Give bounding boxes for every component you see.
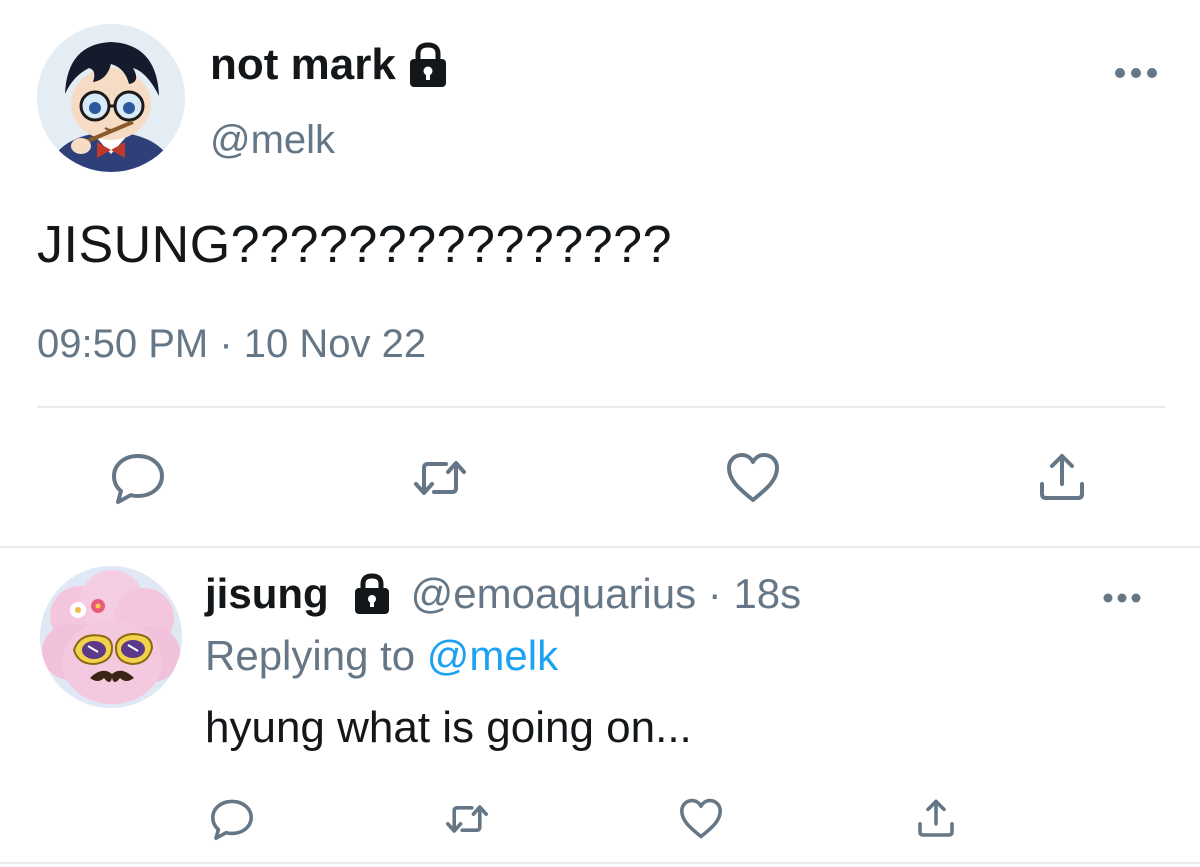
mention-link[interactable]: @melk <box>427 632 558 679</box>
like-icon[interactable] <box>677 795 725 843</box>
retweet-icon[interactable] <box>410 448 470 508</box>
tweet-timestamp[interactable]: 09:50 PM · 10 Nov 22 <box>37 322 426 367</box>
replying-to-label: Replying to <box>205 632 427 679</box>
like-icon[interactable] <box>723 448 783 508</box>
lock-icon <box>408 42 448 88</box>
anime-boy-avatar-icon <box>37 24 185 172</box>
more-options-icon[interactable] <box>1112 58 1160 88</box>
replying-to: Replying to @melk <box>205 632 558 680</box>
avatar[interactable] <box>40 566 182 708</box>
retweet-icon[interactable] <box>443 795 491 843</box>
avatar[interactable] <box>37 24 185 172</box>
lock-icon <box>353 573 391 615</box>
pink-sheep-avatar-icon <box>40 566 182 708</box>
display-name[interactable]: jisung <box>205 570 329 618</box>
tweet-text: JISUNG??????????????? <box>37 216 672 274</box>
reply-icon[interactable] <box>208 795 256 843</box>
user-handle[interactable]: @melk <box>210 118 335 163</box>
divider <box>0 862 1200 864</box>
share-icon[interactable] <box>1032 448 1092 508</box>
section-divider <box>0 546 1200 548</box>
handle-and-time[interactable]: @emoaquarius · 18s <box>411 570 802 618</box>
reply-header: jisung @emoaquarius · 18s <box>205 570 801 618</box>
display-name[interactable]: not mark <box>210 40 448 90</box>
more-options-icon[interactable] <box>1100 585 1144 611</box>
divider <box>37 406 1165 408</box>
display-name-text[interactable]: not mark <box>210 40 396 90</box>
reply-text: hyung what is going on... <box>205 703 692 752</box>
reply-icon[interactable] <box>108 448 168 508</box>
share-icon[interactable] <box>912 795 960 843</box>
